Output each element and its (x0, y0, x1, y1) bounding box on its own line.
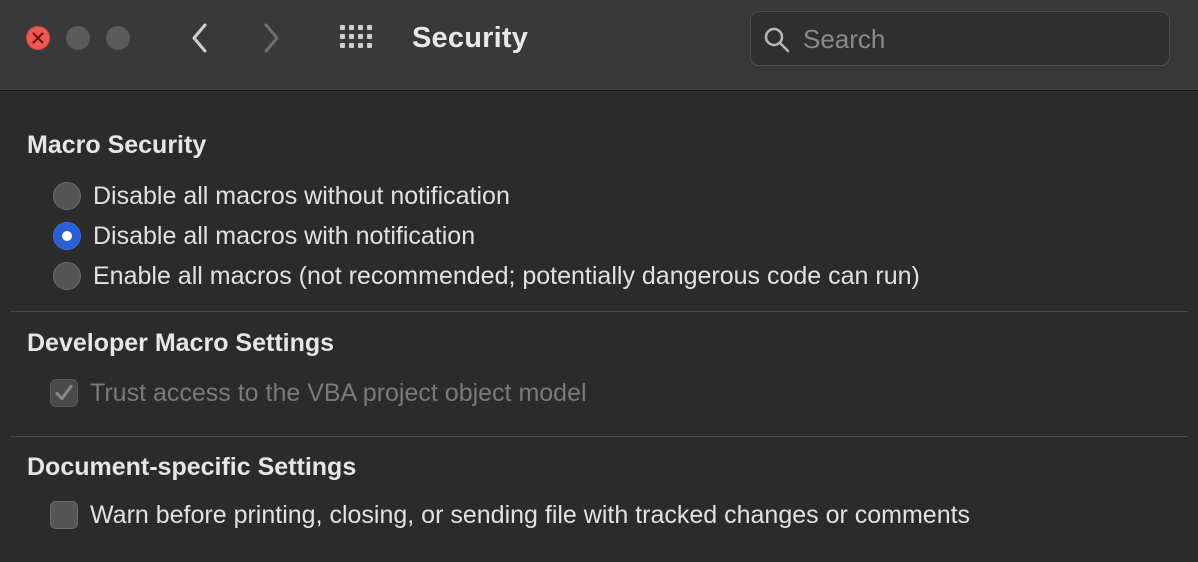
trust-vba-checkbox-row: Trust access to the VBA project object m… (50, 377, 587, 409)
close-icon (32, 32, 44, 44)
radio-option-disable-with-notification[interactable]: Disable all macros with notification (53, 220, 475, 252)
radio-button[interactable] (53, 182, 81, 210)
section-divider (10, 436, 1188, 437)
checkmark-icon (55, 385, 73, 400)
radio-button-selected[interactable] (53, 222, 81, 250)
back-button[interactable] (182, 18, 218, 58)
radio-button[interactable] (53, 262, 81, 290)
show-all-button[interactable] (338, 23, 378, 53)
security-preferences-window: Security Macro Security Disable all macr… (0, 0, 1198, 562)
radio-option-enable-all[interactable]: Enable all macros (not recommended; pote… (53, 260, 920, 292)
radio-option-disable-no-notification[interactable]: Disable all macros without notification (53, 180, 510, 212)
chevron-right-icon (264, 23, 279, 53)
radio-label: Enable all macros (not recommended; pote… (93, 261, 920, 290)
trust-vba-label: Trust access to the VBA project object m… (90, 378, 587, 407)
document-specific-settings-heading: Document-specific Settings (27, 453, 357, 481)
radio-label: Disable all macros with notification (93, 221, 476, 250)
close-button[interactable] (26, 26, 50, 50)
section-divider (10, 311, 1188, 312)
window-title: Security (412, 22, 529, 54)
warn-tracked-changes-label: Warn before printing, closing, or sendin… (90, 500, 971, 529)
search-icon (764, 27, 790, 53)
trust-vba-checkbox (50, 379, 78, 407)
developer-macro-settings-heading: Developer Macro Settings (27, 329, 335, 357)
warn-tracked-changes-checkbox-row[interactable]: Warn before printing, closing, or sendin… (50, 499, 970, 531)
warn-tracked-changes-checkbox[interactable] (50, 501, 78, 529)
search-field[interactable] (750, 11, 1170, 66)
radio-label: Disable all macros without notification (93, 181, 510, 210)
macro-security-heading: Macro Security (27, 131, 207, 159)
zoom-button[interactable] (106, 26, 130, 50)
forward-button[interactable] (253, 18, 289, 58)
toolbar: Security (0, 0, 1198, 91)
minimize-button[interactable] (66, 26, 90, 50)
chevron-left-icon (192, 23, 207, 53)
search-input[interactable] (803, 20, 1153, 58)
